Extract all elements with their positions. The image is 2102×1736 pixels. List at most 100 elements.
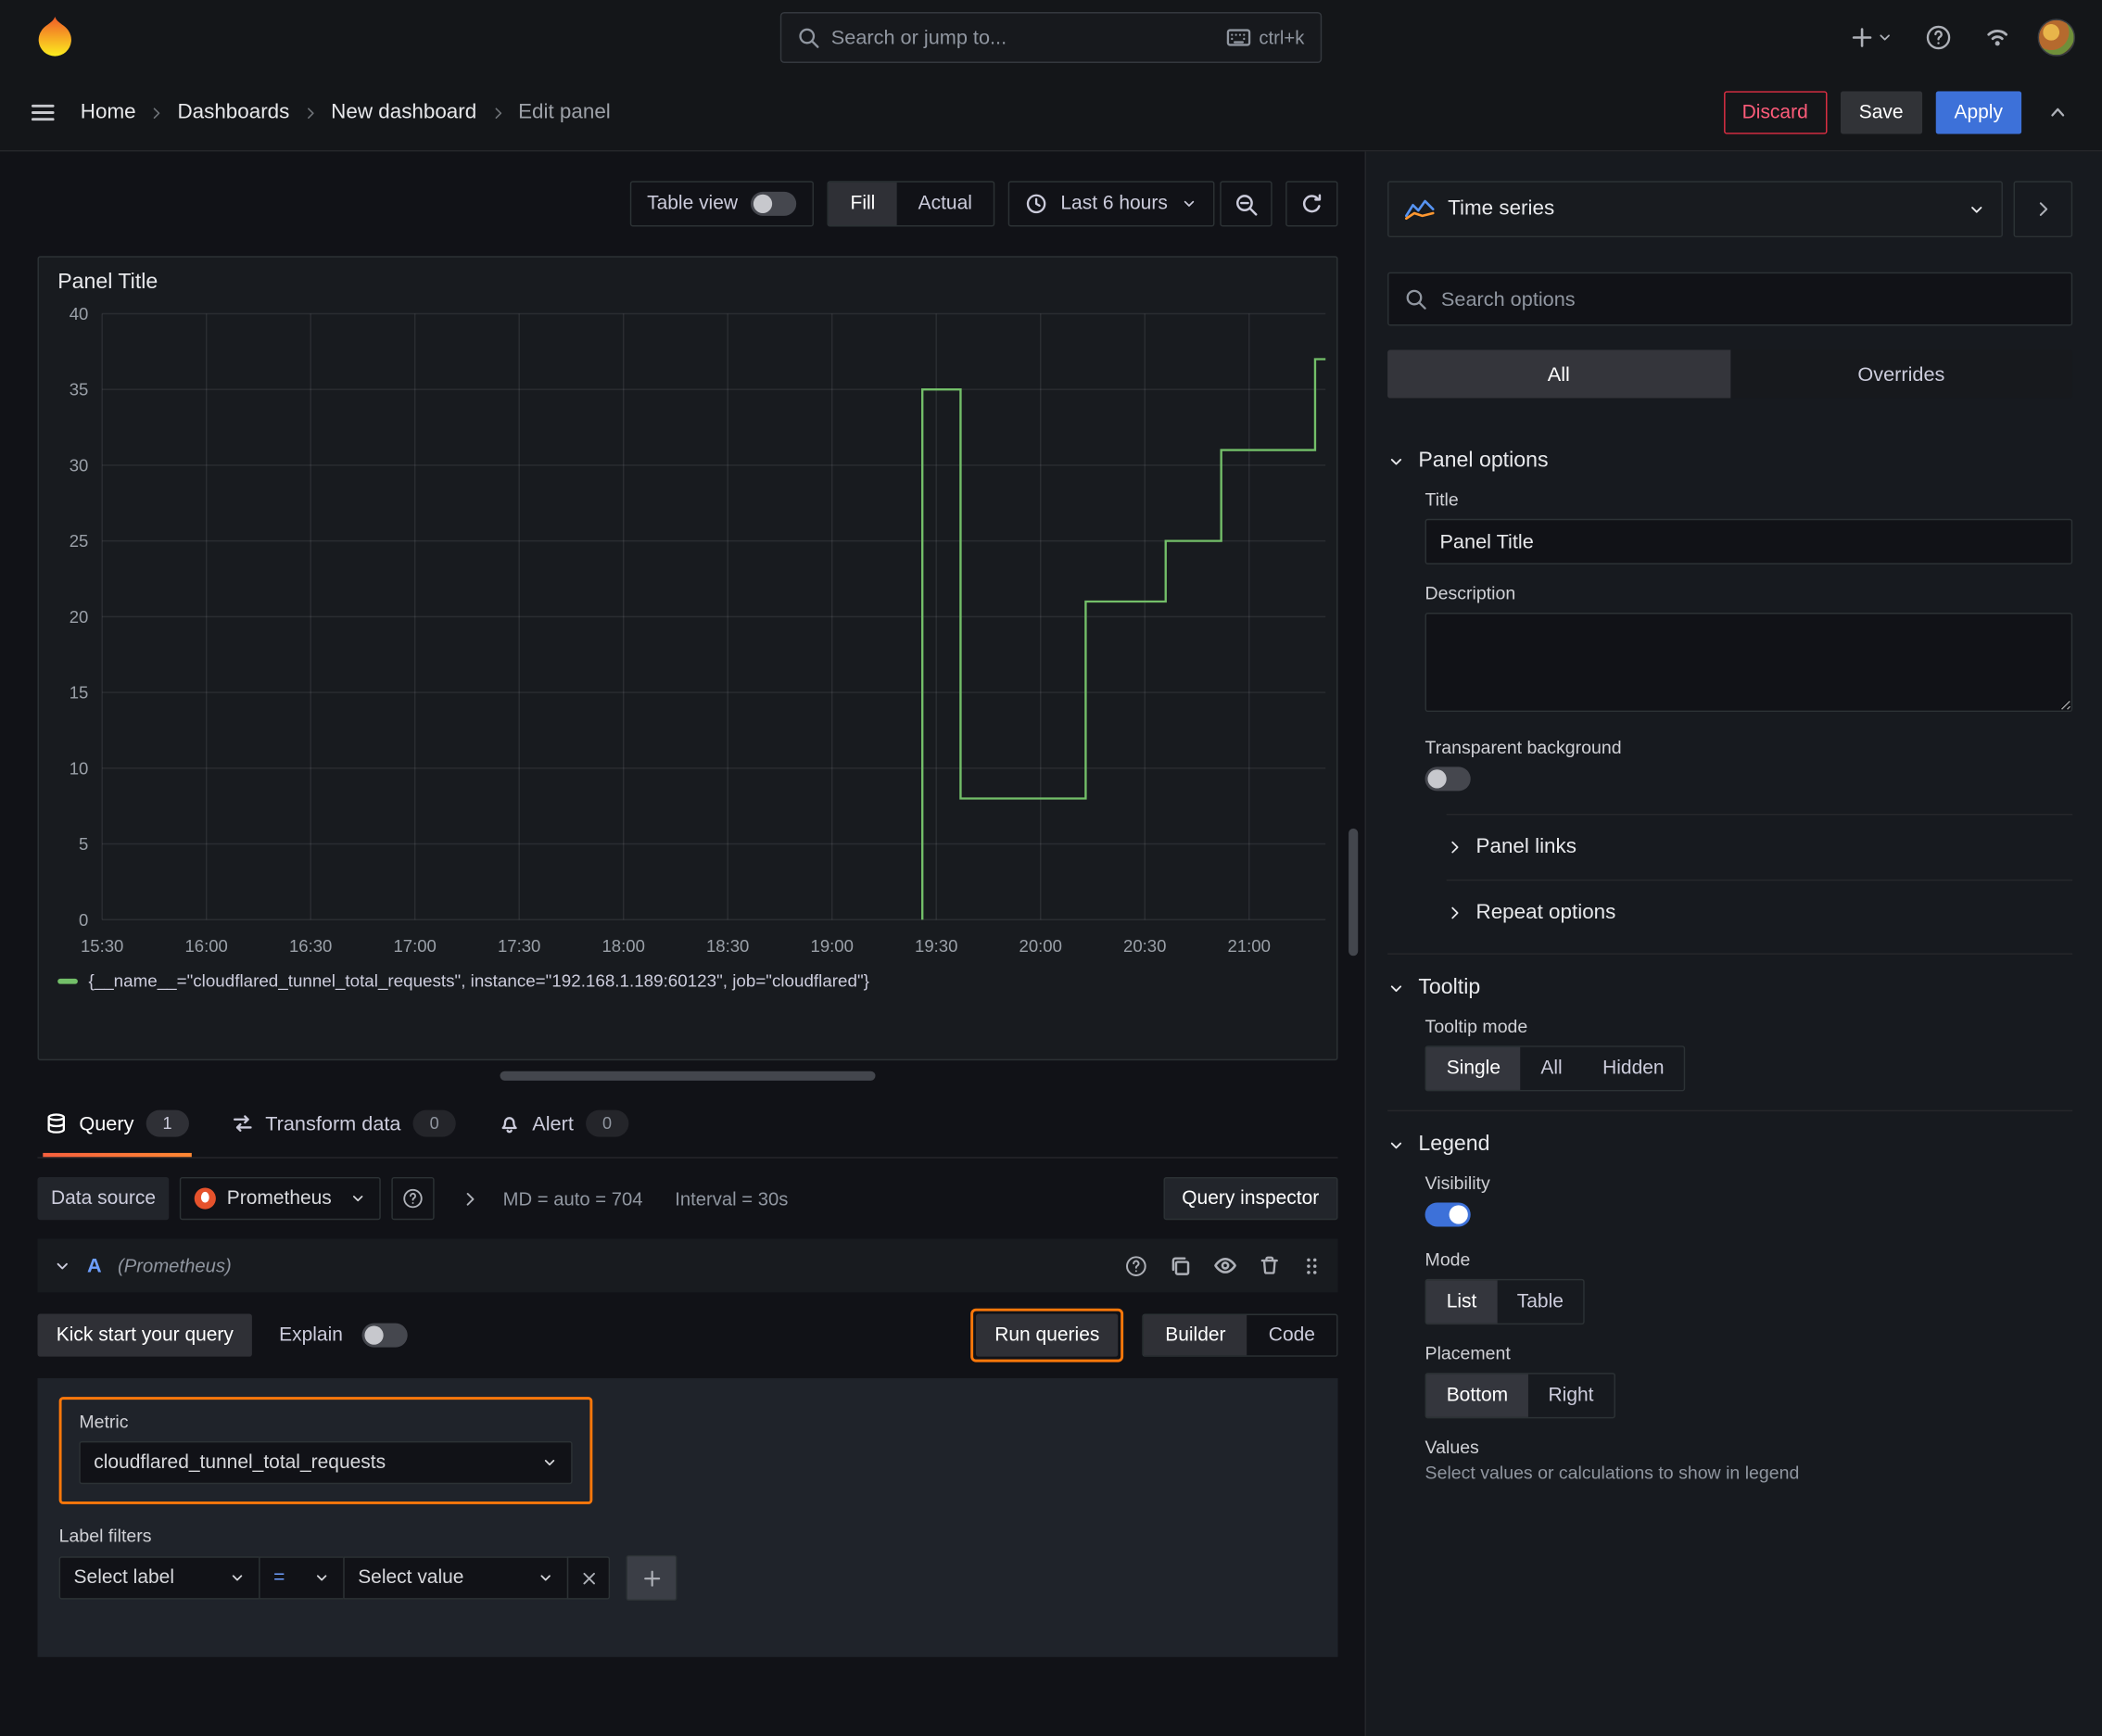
- clock-icon: [1027, 194, 1046, 214]
- tab-overrides[interactable]: Overrides: [1730, 350, 2073, 399]
- panel-title-input[interactable]: [1425, 518, 2073, 564]
- expand-options-button[interactable]: [456, 1185, 484, 1212]
- time-range-picker[interactable]: Last 6 hours: [1007, 181, 1215, 227]
- run-queries-button[interactable]: Run queries: [976, 1313, 1119, 1357]
- svg-text:21:00: 21:00: [1228, 936, 1271, 956]
- placement-right[interactable]: Right: [1528, 1375, 1614, 1417]
- horizontal-scrollbar[interactable]: [500, 1071, 876, 1081]
- chevron-down-icon: [1390, 1141, 1402, 1148]
- remove-filter-button[interactable]: [566, 1556, 611, 1600]
- tab-query[interactable]: Query 1: [43, 1096, 192, 1158]
- placement-bottom[interactable]: Bottom: [1426, 1374, 1528, 1417]
- panel-links-row[interactable]: Panel links: [1446, 813, 2073, 880]
- news-button[interactable]: [1979, 19, 2017, 57]
- visibility-toggle[interactable]: [1425, 1202, 1471, 1227]
- data-source-value: Prometheus: [226, 1187, 332, 1210]
- select-value-dropdown[interactable]: Select value: [343, 1556, 569, 1600]
- breadcrumb-edit-panel: Edit panel: [518, 100, 611, 124]
- tooltip-mode-all[interactable]: All: [1521, 1047, 1583, 1090]
- duplicate-icon[interactable]: [1169, 1254, 1192, 1277]
- explain-toggle[interactable]: [361, 1323, 408, 1348]
- collapse-button[interactable]: [2035, 91, 2081, 133]
- actual-option[interactable]: Actual: [896, 183, 994, 225]
- options-search[interactable]: [1387, 272, 2073, 326]
- table-view-control: Table view: [629, 181, 815, 227]
- table-view-toggle[interactable]: [751, 191, 797, 216]
- values-help-text: Select values or calculations to show in…: [1425, 1463, 1800, 1483]
- svg-text:30: 30: [70, 456, 89, 475]
- discard-button[interactable]: Discard: [1723, 91, 1827, 134]
- visualization-picker[interactable]: Time series: [1387, 181, 2003, 238]
- breadcrumb-home[interactable]: Home: [81, 100, 136, 124]
- sidebar-collapse-button[interactable]: [2013, 181, 2073, 238]
- grafana-logo[interactable]: [32, 15, 78, 60]
- zoom-out-button[interactable]: [1220, 181, 1273, 227]
- close-icon: [582, 1572, 595, 1584]
- chevron-down-icon[interactable]: [54, 1257, 71, 1274]
- panel-toolbar: Table view Fill Actual Last 6 hours: [38, 181, 1338, 227]
- panel-chart: 0 5 10 15 20 25 30 35 40 15:30 16:00 16:30 17:00 17:3…: [70, 304, 1326, 956]
- operator-dropdown[interactable]: =: [259, 1556, 345, 1600]
- tab-all[interactable]: All: [1387, 349, 1730, 399]
- add-filter-button[interactable]: [626, 1554, 677, 1602]
- breadcrumb-dashboards[interactable]: Dashboards: [177, 100, 289, 124]
- chart-legend[interactable]: {__name__="cloudflared_tunnel_total_requ…: [39, 968, 1336, 1004]
- fill-actual-switch: Fill Actual: [827, 181, 995, 227]
- chevron-right-icon: [494, 107, 501, 119]
- drag-handle-icon[interactable]: [1301, 1256, 1322, 1276]
- svg-text:0: 0: [79, 910, 88, 930]
- tooltip-mode-single[interactable]: Single: [1426, 1046, 1521, 1090]
- tab-alert[interactable]: Alert 0: [496, 1096, 631, 1157]
- description-textarea[interactable]: [1425, 613, 2073, 713]
- chevron-down-icon: [1971, 206, 1982, 212]
- interval-stat: Interval = 30s: [675, 1187, 789, 1210]
- repeat-options-row[interactable]: Repeat options: [1446, 879, 2073, 945]
- breadcrumb-new-dashboard[interactable]: New dashboard: [331, 100, 476, 124]
- panel-options-header[interactable]: Panel options: [1387, 427, 2072, 489]
- help-icon[interactable]: [1125, 1254, 1148, 1277]
- panel-preview: Panel Title 0 5 10 15 20 25 30 35 40 15:30 16:00 16…: [37, 256, 1338, 1061]
- user-avatar[interactable]: [2037, 19, 2076, 57]
- builder-option[interactable]: Builder: [1144, 1314, 1247, 1356]
- data-source-help-button[interactable]: [391, 1176, 435, 1221]
- legend-mode-table[interactable]: Table: [1497, 1280, 1584, 1323]
- series-label[interactable]: {__name__="cloudflared_tunnel_total_requ…: [88, 970, 868, 991]
- add-button[interactable]: [1844, 20, 1898, 56]
- search-icon: [799, 28, 819, 48]
- eye-icon[interactable]: [1213, 1253, 1237, 1277]
- menu-toggle-button[interactable]: [21, 91, 64, 133]
- vertical-scrollbar[interactable]: [1349, 828, 1359, 957]
- tab-transform-label: Transform data: [265, 1111, 401, 1135]
- tooltip-header[interactable]: Tooltip: [1387, 955, 2072, 1017]
- refresh-button[interactable]: [1285, 181, 1338, 227]
- help-button[interactable]: [1919, 19, 1957, 57]
- legend-mode-list[interactable]: List: [1426, 1280, 1498, 1324]
- options-search-input[interactable]: [1438, 285, 2056, 312]
- select-label-dropdown[interactable]: Select label: [58, 1556, 260, 1600]
- query-inspector-button[interactable]: Query inspector: [1162, 1176, 1338, 1221]
- metric-select[interactable]: cloudflared_tunnel_total_requests: [79, 1440, 573, 1485]
- tooltip-mode-hidden[interactable]: Hidden: [1582, 1047, 1684, 1090]
- fill-option[interactable]: Fill: [829, 182, 897, 226]
- kick-start-button[interactable]: Kick start your query: [37, 1313, 253, 1357]
- top-search[interactable]: Search or jump to... ctrl+k: [779, 12, 1323, 63]
- data-source-picker[interactable]: Prometheus: [180, 1176, 382, 1221]
- transform-count-badge: 0: [412, 1109, 456, 1137]
- code-option[interactable]: Code: [1247, 1315, 1336, 1355]
- transparent-background-toggle[interactable]: [1425, 767, 1471, 792]
- tab-transform[interactable]: Transform data 0: [229, 1096, 459, 1157]
- metric-highlight: Metric cloudflared_tunnel_total_requests: [58, 1397, 593, 1504]
- chevron-right-icon: [2039, 202, 2048, 216]
- query-ref-id[interactable]: A: [87, 1254, 102, 1277]
- save-button[interactable]: Save: [1840, 91, 1922, 134]
- top-nav: Search or jump to... ctrl+k: [0, 0, 2102, 76]
- apply-button[interactable]: Apply: [1935, 91, 2022, 134]
- values-label: Values: [1425, 1437, 1479, 1458]
- trash-icon[interactable]: [1259, 1255, 1280, 1276]
- chevron-down-icon: [1390, 458, 1402, 464]
- transform-icon: [233, 1115, 252, 1132]
- svg-text:35: 35: [70, 380, 89, 399]
- label-filters-label: Label filters: [58, 1526, 152, 1546]
- help-icon: [1926, 25, 1951, 50]
- legend-header[interactable]: Legend: [1387, 1111, 2072, 1173]
